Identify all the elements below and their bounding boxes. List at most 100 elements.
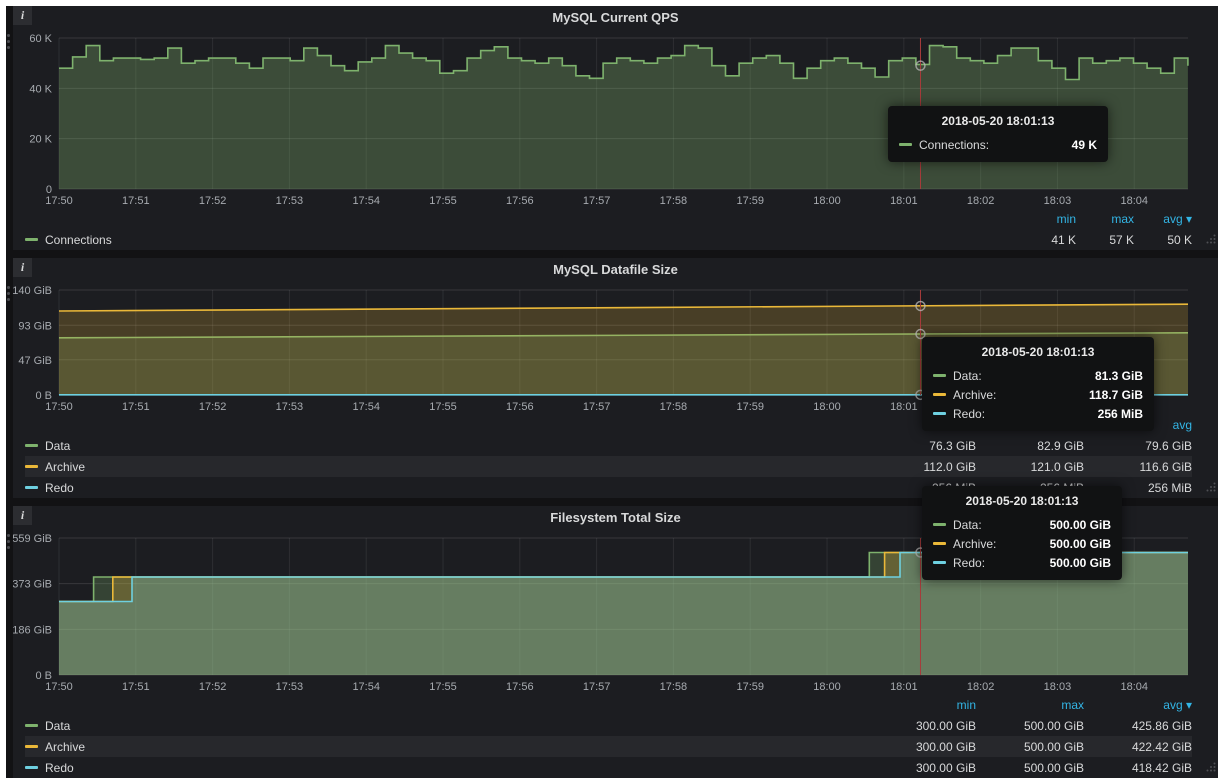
svg-text:17:53: 17:53	[276, 195, 304, 207]
legend-header: minmaxavg ▾	[25, 695, 1192, 715]
series-color-icon	[899, 143, 912, 146]
panel-drag-handle[interactable]	[7, 534, 10, 549]
svg-text:17:50: 17:50	[45, 681, 73, 693]
series-toggle-redo[interactable]: Redo	[25, 761, 868, 775]
series-color-icon	[25, 724, 38, 727]
panel-drag-handle[interactable]	[7, 34, 10, 49]
tooltip-series-label: Data:	[953, 369, 982, 383]
legend-col-header-avg[interactable]: avg ▾	[1134, 212, 1192, 226]
legend-stat-value: 422.42 GiB	[1084, 740, 1192, 754]
panel-drag-handle[interactable]	[7, 286, 10, 301]
svg-text:186 GiB: 186 GiB	[13, 624, 52, 636]
legend-stat-value: 112.0 GiB	[868, 460, 976, 474]
legend-row: Connections41 K57 K50 K	[25, 229, 1192, 250]
svg-text:18:01: 18:01	[890, 195, 918, 207]
svg-text:93 GiB: 93 GiB	[18, 320, 52, 332]
svg-text:17:52: 17:52	[199, 401, 227, 413]
series-color-icon	[25, 745, 38, 748]
panel-title[interactable]: MySQL Current QPS	[13, 6, 1218, 30]
legend-stat-value: 76.3 GiB	[868, 439, 976, 453]
tooltip-datafile: 2018-05-20 18:01:13 Data:81.3 GiBArchive…	[922, 337, 1154, 431]
legend-col-header-min[interactable]: min	[868, 698, 976, 712]
svg-text:17:53: 17:53	[276, 401, 304, 413]
svg-text:17:54: 17:54	[352, 195, 380, 207]
svg-text:18:03: 18:03	[1044, 681, 1072, 693]
resize-grip-icon	[1206, 762, 1216, 772]
svg-text:17:59: 17:59	[736, 401, 764, 413]
legend: minmaxavg ▾Connections41 K57 K50 K	[13, 209, 1218, 250]
tooltip-value: 500.00 GiB	[1050, 518, 1111, 532]
svg-text:18:04: 18:04	[1120, 681, 1148, 693]
legend-stat-value: 41 K	[1018, 233, 1076, 247]
tooltip-series-label: Redo:	[953, 556, 985, 570]
svg-text:17:52: 17:52	[199, 681, 227, 693]
tooltip-row: Redo: 500.00 GiB	[933, 553, 1111, 572]
panel-resize-handle[interactable]	[1206, 479, 1216, 497]
tooltip-row: Archive:500.00 GiB	[933, 534, 1111, 553]
y-axis: 020 K40 K60 K	[29, 33, 52, 196]
legend-stat-value: 121.0 GiB	[976, 460, 1084, 474]
series-name: Redo	[45, 481, 74, 495]
legend-stat-value: 500.00 GiB	[976, 740, 1084, 754]
tooltip-series-label: Data:	[953, 518, 982, 532]
series-toggle-redo[interactable]: Redo	[25, 481, 868, 495]
tooltip-value: 500.00 GiB	[1050, 556, 1111, 570]
series-toggle-data[interactable]: Data	[25, 719, 868, 733]
panel-info-corner[interactable]: i	[13, 258, 32, 277]
legend-row: Archive112.0 GiB121.0 GiB116.6 GiB	[25, 456, 1192, 477]
svg-text:17:55: 17:55	[429, 681, 457, 693]
tooltip-timestamp: 2018-05-20 18:01:13	[899, 114, 1097, 128]
info-icon: i	[21, 8, 24, 22]
legend-row: Redo300.00 GiB500.00 GiB418.42 GiB	[25, 757, 1192, 778]
svg-text:17:56: 17:56	[506, 195, 534, 207]
panel-info-corner[interactable]: i	[13, 506, 32, 525]
legend-stat-value: 79.6 GiB	[1084, 439, 1192, 453]
legend-col-header-min[interactable]: min	[1018, 212, 1076, 226]
tooltip-timestamp: 2018-05-20 18:01:13	[933, 345, 1143, 359]
svg-text:17:58: 17:58	[660, 681, 688, 693]
svg-text:17:56: 17:56	[506, 401, 534, 413]
legend-col-header-max[interactable]: max	[976, 698, 1084, 712]
panel-resize-handle[interactable]	[1206, 759, 1216, 777]
svg-text:17:52: 17:52	[199, 195, 227, 207]
svg-text:18:00: 18:00	[813, 401, 841, 413]
series-toggle-archive[interactable]: Archive	[25, 740, 868, 754]
y-axis: 0 B47 GiB93 GiB140 GiB	[13, 285, 52, 402]
resize-grip-icon	[1206, 234, 1216, 244]
legend-col-header-avg[interactable]: avg ▾	[1084, 698, 1192, 712]
series-name: Redo	[45, 761, 74, 775]
tooltip-row: Redo:256 MiB	[933, 404, 1143, 423]
tooltip-value: 81.3 GiB	[1095, 369, 1143, 383]
svg-text:17:54: 17:54	[352, 681, 380, 693]
series-toggle-data[interactable]: Data	[25, 439, 868, 453]
legend-row: Data76.3 GiB82.9 GiB79.6 GiB	[25, 435, 1192, 456]
panel-resize-handle[interactable]	[1206, 231, 1216, 249]
series-color-icon	[25, 486, 38, 489]
legend-col-header-max[interactable]: max	[1076, 212, 1134, 226]
y-axis: 0 B186 GiB373 GiB559 GiB	[13, 533, 52, 682]
svg-text:18:00: 18:00	[813, 681, 841, 693]
svg-text:47 GiB: 47 GiB	[18, 355, 52, 367]
tooltip-series-label: Archive:	[953, 537, 996, 551]
series-toggle-connections[interactable]: Connections	[25, 233, 1018, 247]
svg-text:18:01: 18:01	[890, 681, 918, 693]
legend-stat-value: 50 K	[1134, 233, 1192, 247]
svg-text:17:56: 17:56	[506, 681, 534, 693]
legend-header: minmaxavg ▾	[25, 209, 1192, 229]
legend-stat-value: 500.00 GiB	[976, 761, 1084, 775]
series-color-icon	[25, 465, 38, 468]
svg-text:18:02: 18:02	[967, 195, 995, 207]
legend-stat-value: 300.00 GiB	[868, 740, 976, 754]
legend-stat-value: 116.6 GiB	[1084, 460, 1192, 474]
panel-info-corner[interactable]: i	[13, 6, 32, 25]
svg-text:17:55: 17:55	[429, 195, 457, 207]
svg-text:17:51: 17:51	[122, 401, 150, 413]
series-toggle-archive[interactable]: Archive	[25, 460, 868, 474]
legend-stat-value: 300.00 GiB	[868, 719, 976, 733]
legend-row: Archive300.00 GiB500.00 GiB422.42 GiB	[25, 736, 1192, 757]
tooltip-row: Data: 500.00 GiB	[933, 515, 1111, 534]
series-name: Data	[45, 719, 70, 733]
svg-text:18:02: 18:02	[967, 681, 995, 693]
svg-text:17:51: 17:51	[122, 195, 150, 207]
panel-title[interactable]: MySQL Datafile Size	[13, 258, 1218, 282]
